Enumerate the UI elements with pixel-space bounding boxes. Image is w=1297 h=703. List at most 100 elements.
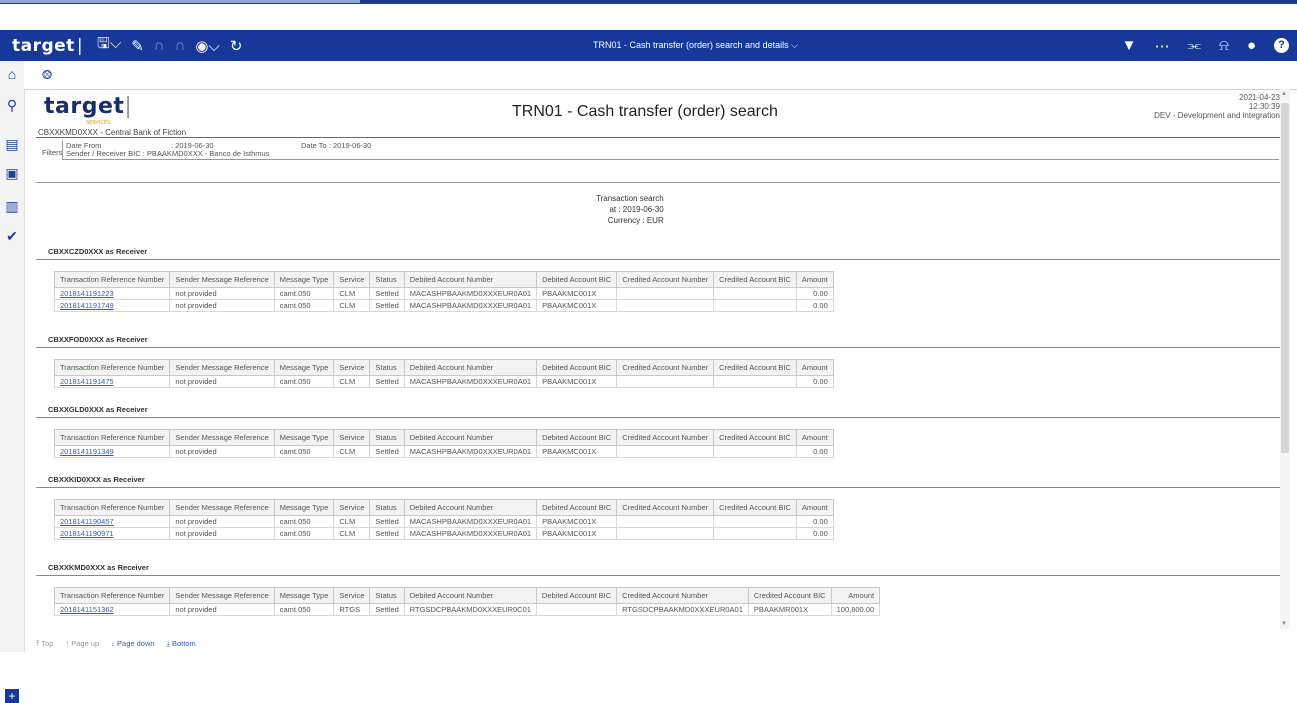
bottom-link[interactable]: ⤓ Bottom: [167, 639, 196, 649]
table-cell: 0.00: [795, 527, 834, 540]
transaction-reference-link[interactable]: 2018141190971: [60, 529, 114, 538]
structure-icon[interactable]: ⨷: [38, 67, 56, 83]
more-icon[interactable]: ⋯: [1154, 37, 1169, 55]
column-header: Debited Account Number: [403, 587, 537, 604]
sender-receiver-bic: Sender / Receiver BIC : PBAAKMD0XXX - Ba…: [66, 149, 270, 158]
section-divider: [36, 347, 1280, 348]
briefcase-icon[interactable]: ▣: [4, 165, 20, 181]
transaction-reference-link[interactable]: 2018141191223: [60, 289, 114, 298]
table-cell: MACASHPBAAKMD0XXXEUR0A01: [403, 527, 538, 540]
home-icon[interactable]: ⌂: [4, 66, 20, 82]
column-header: Transaction Reference Number: [53, 359, 171, 376]
column-header: Debited Account BIC: [536, 359, 618, 376]
column-header: Transaction Reference Number: [53, 499, 171, 516]
column-header: Debited Account BIC: [536, 271, 618, 288]
toolbar: 🖫⌵ ✎ ∩ ∩ ◉⌵ ↻: [97, 33, 242, 58]
reference-cell: 2018141191349: [53, 445, 171, 458]
section-title: CBXXCZD0XXX as Receiver: [48, 247, 148, 256]
table-cell: 100,800.00: [830, 603, 881, 616]
redo-icon[interactable]: ∩: [175, 37, 186, 54]
table-cell: camt.050: [273, 527, 335, 540]
column-header: Message Type: [273, 359, 335, 376]
reference-cell: 2018141191475: [53, 375, 171, 388]
table-cell: RTGS: [333, 603, 371, 616]
divider: [36, 137, 1280, 138]
column-header: Status: [369, 429, 405, 446]
table-cell: camt.050: [273, 287, 335, 300]
report-view: target| SERVICES TRN01 - Cash transfer (o…: [36, 89, 1280, 629]
scrollbar-thumb[interactable]: [1281, 103, 1289, 453]
vertical-scrollbar[interactable]: ▲ ▼: [1280, 89, 1290, 629]
refresh-icon[interactable]: ↻: [230, 37, 243, 55]
share-icon[interactable]: ⫘: [1187, 37, 1201, 54]
user-icon[interactable]: ●: [1247, 37, 1256, 54]
check-circle-icon[interactable]: ✔: [4, 228, 20, 244]
page-up-link[interactable]: ↑ Page up: [65, 639, 99, 649]
transaction-reference-link[interactable]: 2018141191349: [60, 447, 114, 456]
column-header: Status: [369, 359, 405, 376]
report-title: TRN01 - Cash transfer (order) search: [512, 103, 778, 120]
transaction-reference-link[interactable]: 2018141151362: [60, 605, 114, 614]
bank-name: CBXXKMD0XXX - Central Bank of Fiction: [38, 128, 187, 137]
add-icon[interactable]: +: [5, 689, 19, 703]
filter-icon[interactable]: ▼: [1122, 37, 1137, 54]
chevron-down-icon: ⌵: [791, 40, 798, 50]
table-cell: camt.050: [273, 445, 335, 458]
column-header: Credited Account BIC: [713, 359, 797, 376]
column-header: Sender Message Reference: [169, 271, 275, 288]
scroll-up-icon[interactable]: ▲: [1281, 91, 1287, 97]
table-cell: 0.00: [795, 375, 834, 388]
header-actions: ▼ ⋯ ⫘ ⍾ ● ?: [1122, 30, 1289, 61]
transaction-reference-link[interactable]: 2018141191749: [60, 301, 114, 310]
top-link[interactable]: ⤒ Top: [36, 639, 53, 649]
filters-label: Filters: [42, 148, 63, 157]
scroll-down-icon[interactable]: ▼: [1281, 621, 1287, 627]
table-cell: Settled: [369, 375, 405, 388]
bell-icon[interactable]: ⍾: [1219, 37, 1229, 54]
summary-title: Transaction search: [596, 194, 664, 203]
table-cell: CLM: [333, 287, 371, 300]
table-cell: PBAAKMC001X: [536, 445, 618, 458]
table-cell: not provided: [169, 527, 275, 540]
table-cell: Settled: [369, 445, 405, 458]
column-header: Sender Message Reference: [169, 429, 275, 446]
column-header: Status: [369, 271, 405, 288]
undo-icon[interactable]: ∩: [154, 37, 165, 54]
search-icon[interactable]: ⚲: [4, 97, 20, 113]
table-header-row: Transaction Reference Number Sender Messa…: [53, 499, 834, 516]
arrow-top-icon: ⤒: [36, 639, 40, 648]
report-time: 12:30:39: [1248, 102, 1280, 111]
transaction-reference-link[interactable]: 2018141190457: [60, 517, 114, 526]
table-cell: [713, 375, 797, 388]
table-cell: PBAAKMC001X: [536, 299, 618, 312]
document-icon[interactable]: ▤: [4, 136, 20, 152]
save-icon[interactable]: 🖫⌵: [97, 33, 121, 58]
column-header: Debited Account Number: [403, 499, 538, 516]
reference-cell: 2018141151362: [53, 603, 171, 616]
window-title-dropdown[interactable]: TRN01 - Cash transfer (order) search and…: [593, 30, 798, 61]
section-divider: [36, 487, 1280, 488]
table-cell: Settled: [369, 515, 405, 528]
transaction-reference-link[interactable]: 2018141191475: [60, 377, 114, 386]
column-header: Service: [333, 359, 371, 376]
play-icon[interactable]: ◉⌵: [195, 37, 219, 55]
date-to: Date To : 2019-06-30: [301, 141, 372, 150]
section-divider: [36, 575, 1280, 576]
help-icon[interactable]: ?: [1274, 38, 1289, 53]
table-cell: 0.00: [795, 445, 834, 458]
table-row: 2018141191749 not provided camt.050 CLM Sett…: [53, 299, 834, 312]
window-title: TRN01 - Cash transfer (order) search and…: [593, 40, 789, 50]
section-divider: [36, 417, 1280, 418]
page-down-link[interactable]: ↓ Page down: [111, 639, 154, 649]
table-row: 2018141151362 not provided camt.050 RTGS Set…: [53, 603, 881, 616]
edit-icon[interactable]: ✎: [131, 37, 144, 55]
table-row: 2018141190457 not provided camt.050 CLM Sett…: [53, 515, 834, 528]
table-row: 2018141191349 not provided camt.050 CLM Sett…: [53, 445, 834, 458]
table-cell: MACASHPBAAKMD0XXXEUR0A01: [403, 299, 538, 312]
folder-icon[interactable]: ▥: [4, 198, 20, 214]
section-title: CBXXKMD0XXX as Receiver: [48, 563, 149, 572]
section-divider: [36, 259, 1280, 260]
column-header: Debited Account BIC: [536, 429, 618, 446]
column-header: Message Type: [273, 499, 335, 516]
arrow-up-icon: ↑: [65, 639, 70, 648]
